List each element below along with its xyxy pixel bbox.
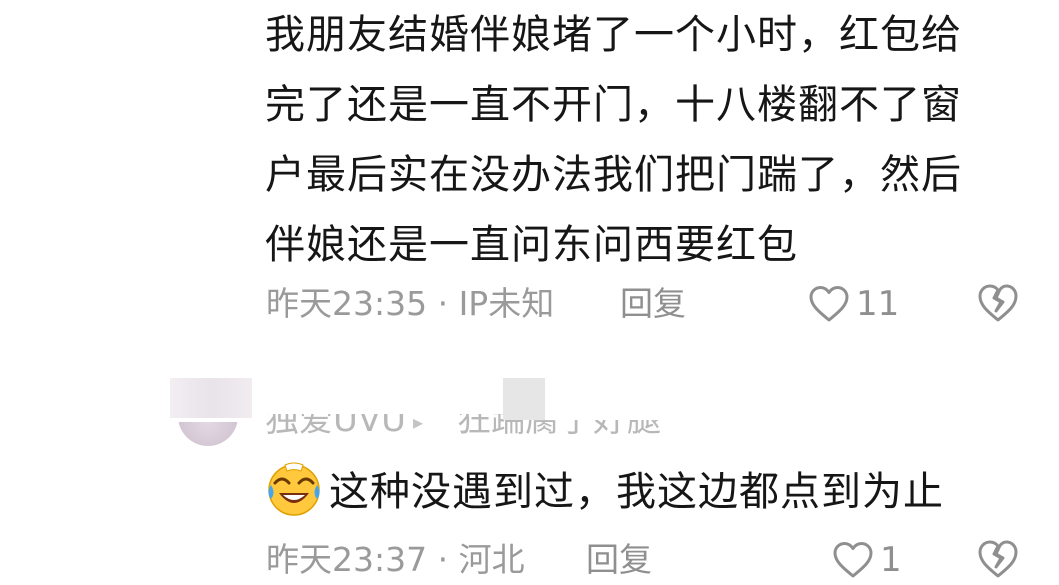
- comment-2-reply-button[interactable]: 回复: [586, 538, 652, 582]
- comment-2-meta: 昨天23:37 · 河北: [266, 540, 525, 579]
- username[interactable]: 独爱UVU: [265, 414, 406, 440]
- comment-1-line: 伴娘还是一直问东问西要红包: [265, 222, 798, 268]
- broken-heart-icon: [978, 540, 1018, 578]
- mosaic-mask: [545, 378, 705, 420]
- comment-2-like-button[interactable]: 1: [832, 538, 902, 582]
- comment-1-like-count: 11: [856, 284, 900, 324]
- comment-1-line: 户最后实在没办法我们把门踹了，然后: [265, 152, 962, 198]
- laughing-crying-emoji-icon: [268, 462, 320, 516]
- broken-heart-icon: [978, 284, 1018, 322]
- comment-2-text: 这种没遇到过，我这边都点到为止: [265, 458, 944, 518]
- comment-1-text: 我朋友结婚伴娘堵了一个小时，红包给 完了还是一直不开门，十八楼翻不了窗 户最后实…: [265, 0, 1025, 280]
- comment-1-line: 我朋友结婚伴娘堵了一个小时，红包给: [265, 12, 962, 58]
- avatar[interactable]: [170, 378, 252, 448]
- comment-2-dislike-button[interactable]: [976, 537, 1020, 581]
- comment-1-meta: 昨天23:35 · IP未知: [266, 284, 555, 323]
- mosaic-mask: [503, 378, 545, 420]
- heart-outline-icon: [833, 542, 873, 578]
- comment-2-body: 这种没遇到过，我这边都点到为止: [329, 469, 944, 515]
- comment-1-dislike-button[interactable]: [976, 281, 1020, 325]
- comment-1-line: 完了还是一直不开门，十八楼翻不了窗: [265, 82, 962, 128]
- comment-1-like-button[interactable]: 11: [808, 282, 899, 326]
- comment-2-like-count: 1: [880, 540, 902, 580]
- heart-outline-icon: [809, 286, 849, 322]
- reply-arrow-icon: ▸: [413, 414, 424, 434]
- comment-1-reply-button[interactable]: 回复: [620, 282, 686, 326]
